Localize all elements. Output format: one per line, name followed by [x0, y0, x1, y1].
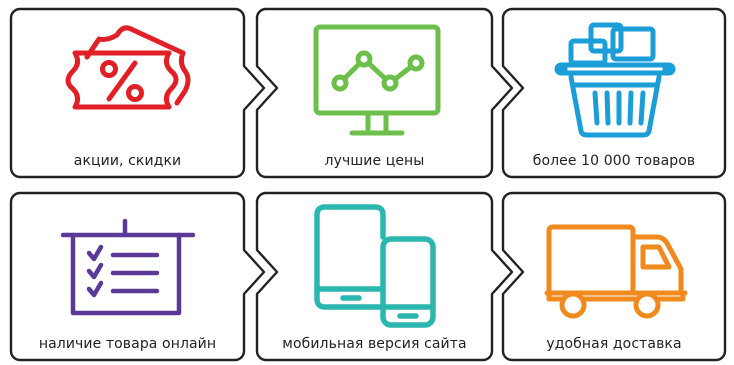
discount-tags-icon [65, 25, 191, 110]
feature-label: мобильная версия сайта [282, 336, 467, 352]
feature-label: более 10 000 товаров [532, 153, 696, 169]
feature-label: удобная доставка [546, 336, 682, 352]
feature-tile-mobile: мобильная версия сайта [257, 193, 492, 360]
feature-tile-online-stock: наличие товара онлайн [11, 193, 244, 360]
delivery-truck-icon [544, 224, 688, 319]
feature-label: акции, скидки [73, 153, 182, 169]
feature-tile-assortment: более 10 000 товаров [503, 9, 725, 177]
feature-tile-delivery: удобная доставка [503, 193, 725, 360]
shopping-basket-icon [554, 22, 676, 138]
feature-tile-discounts: акции, скидки [11, 9, 244, 177]
price-chart-monitor-icon [313, 24, 441, 136]
feature-tile-best-prices: лучшие цены [257, 9, 492, 177]
feature-label: наличие товара онлайн [38, 336, 217, 352]
checklist-board-icon [60, 218, 196, 316]
feature-label: лучшие цены [324, 153, 425, 169]
tablet-phone-icon [314, 204, 436, 328]
